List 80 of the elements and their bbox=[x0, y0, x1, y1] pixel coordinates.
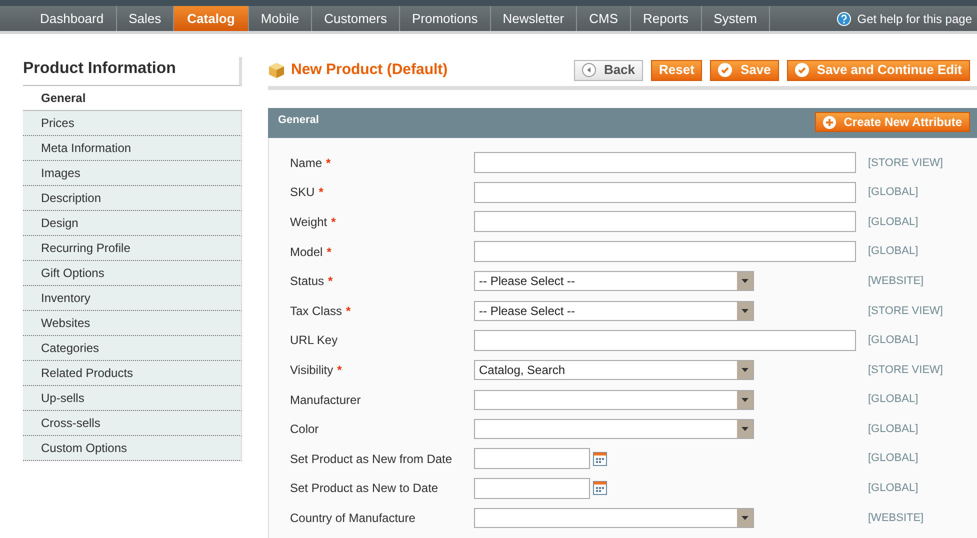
field-label: Country of Manufacture bbox=[290, 510, 416, 527]
field-label: SKU bbox=[290, 184, 315, 202]
scope-label: [GLOBAL] bbox=[868, 451, 918, 466]
field-label: URL Key bbox=[290, 332, 338, 350]
scope-label: [GLOBAL] bbox=[868, 333, 918, 348]
date-field[interactable] bbox=[474, 448, 590, 470]
sidebar-item[interactable]: Up-sells bbox=[23, 386, 242, 411]
scope-label: [GLOBAL] bbox=[868, 185, 918, 200]
field-label: Model bbox=[290, 244, 323, 261]
field-label: Tax Class bbox=[290, 302, 342, 320]
sidebar-item[interactable]: Categories bbox=[23, 336, 242, 361]
sidebar-item[interactable]: Custom Options bbox=[23, 436, 242, 461]
box-icon bbox=[268, 62, 285, 78]
sidebar-title: Product Information bbox=[23, 60, 176, 77]
scope-label: [STORE VIEW] bbox=[868, 156, 943, 171]
field-label: Manufacturer bbox=[290, 392, 361, 409]
section-title: General bbox=[278, 113, 319, 128]
scope-label: [WEBSITE] bbox=[868, 274, 924, 289]
dropdown[interactable]: -- Please Select -- bbox=[474, 300, 754, 321]
text-field[interactable] bbox=[474, 182, 856, 203]
dropdown[interactable]: Catalog, Search bbox=[474, 360, 754, 380]
sidebar-item[interactable]: Websites bbox=[23, 311, 242, 336]
field-label: Set Product as New to Date bbox=[290, 480, 438, 498]
calendar-icon[interactable] bbox=[593, 452, 607, 466]
scope-label: [GLOBAL] bbox=[868, 244, 918, 260]
scope-label: [STORE VIEW] bbox=[868, 304, 943, 319]
scope-label: [WEBSITE] bbox=[868, 510, 924, 526]
help-link[interactable]: Get help for this page bbox=[857, 10, 972, 28]
scope-label: [GLOBAL] bbox=[868, 214, 918, 230]
nav-tab[interactable]: Customers bbox=[312, 6, 400, 31]
sidebar-item[interactable]: Cross-sells bbox=[23, 411, 242, 436]
help-icon bbox=[837, 12, 852, 26]
sidebar-item[interactable]: Related Products bbox=[23, 361, 242, 386]
text-field[interactable] bbox=[474, 152, 856, 174]
scope-label: [GLOBAL] bbox=[868, 422, 918, 437]
dropdown[interactable] bbox=[474, 419, 754, 440]
scope-label: [STORE VIEW] bbox=[868, 362, 943, 378]
field-label: Color bbox=[290, 421, 319, 438]
sidebar-item[interactable]: Gift Options bbox=[23, 261, 242, 286]
nav-tab[interactable]: Mobile bbox=[248, 6, 312, 31]
required-mark: * bbox=[326, 244, 332, 261]
nav-tab[interactable]: Newsletter bbox=[490, 6, 578, 31]
required-mark: * bbox=[318, 184, 324, 202]
dropdown[interactable] bbox=[474, 508, 754, 528]
sidebar-item[interactable]: Inventory bbox=[23, 286, 242, 311]
field-label: Visibility bbox=[290, 362, 334, 379]
sidebar-item[interactable]: Prices bbox=[23, 111, 242, 136]
field-label: Name bbox=[290, 154, 322, 172]
required-mark: * bbox=[346, 302, 351, 320]
nav-tab[interactable]: Promotions bbox=[400, 6, 491, 31]
nav-tab[interactable]: System bbox=[702, 6, 770, 31]
scope-label: [GLOBAL] bbox=[868, 392, 918, 408]
check-icon bbox=[718, 63, 732, 77]
required-mark: * bbox=[331, 214, 336, 231]
page-title: New Product (Default) bbox=[291, 60, 448, 80]
dropdown[interactable]: -- Please Select -- bbox=[474, 271, 754, 292]
required-mark: * bbox=[337, 362, 342, 379]
check-icon bbox=[794, 63, 809, 77]
sidebar-item[interactable]: Description bbox=[23, 186, 242, 211]
sidebar-item[interactable]: Design bbox=[23, 211, 242, 236]
nav-tab[interactable]: Reports bbox=[631, 6, 702, 31]
sidebar-item[interactable]: Meta Information bbox=[23, 136, 242, 161]
required-mark: * bbox=[326, 154, 331, 172]
sidebar-item[interactable]: Images bbox=[23, 161, 242, 186]
nav-tab[interactable]: Dashboard bbox=[28, 6, 117, 31]
dropdown[interactable] bbox=[474, 390, 754, 410]
plus-icon bbox=[822, 116, 836, 128]
date-field[interactable] bbox=[474, 478, 590, 499]
scope-label: [GLOBAL] bbox=[868, 481, 918, 496]
back-button[interactable]: Back bbox=[574, 60, 644, 80]
calendar-icon[interactable] bbox=[593, 481, 607, 496]
sidebar-item[interactable]: Recurring Profile bbox=[23, 236, 242, 261]
nav-tab[interactable]: CMS bbox=[577, 6, 632, 31]
text-field[interactable] bbox=[474, 211, 856, 232]
required-mark: * bbox=[328, 273, 333, 290]
field-label: Set Product as New from Date bbox=[290, 450, 452, 468]
field-label: Status bbox=[290, 273, 324, 290]
text-field[interactable] bbox=[474, 241, 856, 262]
field-label: Weight bbox=[290, 214, 328, 231]
text-field[interactable] bbox=[474, 330, 856, 351]
